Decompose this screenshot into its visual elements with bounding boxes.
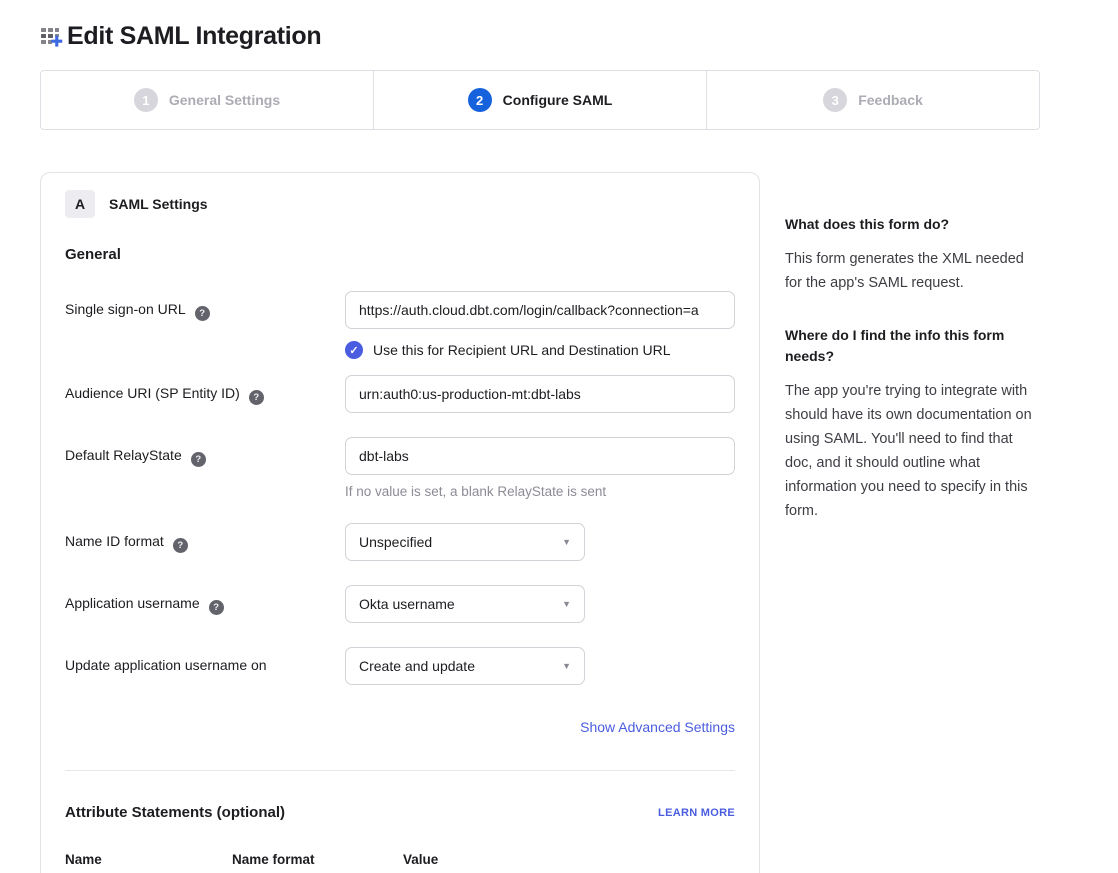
section-title: SAML Settings bbox=[109, 196, 208, 212]
form-row-update-app-username: Update application username on Create an… bbox=[65, 647, 735, 685]
form-row-single-sign-on: Single sign-on URL? ✓ Use this for Recip… bbox=[65, 291, 735, 359]
update-app-username-value: Create and update bbox=[359, 658, 475, 674]
help-heading-where: Where do I find the info this form needs… bbox=[785, 325, 1037, 367]
update-app-username-field-cell: Create and update ▼ bbox=[345, 647, 735, 685]
audience-uri-label: Audience URI (SP Entity ID) bbox=[65, 385, 240, 401]
column-header-name: Name bbox=[65, 852, 232, 867]
single-sign-on-url-input[interactable] bbox=[345, 291, 735, 329]
saml-settings-panel: A SAML Settings General Single sign-on U… bbox=[40, 172, 760, 873]
help-icon[interactable]: ? bbox=[249, 390, 264, 405]
step-3-label: Feedback bbox=[858, 92, 923, 108]
column-header-name-format: Name format bbox=[232, 852, 403, 867]
help-heading-what: What does this form do? bbox=[785, 214, 1037, 235]
wizard-steps-bar: 1 General Settings 2 Configure SAML 3 Fe… bbox=[40, 70, 1040, 130]
column-header-value: Value bbox=[403, 852, 438, 867]
help-sidebar: What does this form do? This form genera… bbox=[785, 214, 1037, 553]
help-section: Where do I find the info this form needs… bbox=[785, 325, 1037, 523]
application-username-value: Okta username bbox=[359, 596, 455, 612]
help-icon[interactable]: ? bbox=[209, 600, 224, 615]
chevron-down-icon: ▼ bbox=[562, 600, 571, 609]
form-row-audience-uri: Audience URI (SP Entity ID)? bbox=[65, 375, 735, 413]
learn-more-link[interactable]: LEARN MORE bbox=[658, 807, 735, 819]
audience-uri-label-cell: Audience URI (SP Entity ID)? bbox=[65, 375, 345, 413]
section-divider bbox=[65, 770, 735, 771]
update-app-username-label: Update application username on bbox=[65, 657, 267, 673]
advanced-settings-row: Show Advanced Settings bbox=[65, 719, 735, 737]
recipient-url-checkbox-row: ✓ Use this for Recipient URL and Destina… bbox=[345, 341, 735, 359]
audience-uri-field-cell bbox=[345, 375, 735, 413]
help-body-what: This form generates the XML needed for t… bbox=[785, 247, 1037, 295]
show-advanced-settings-link[interactable]: Show Advanced Settings bbox=[580, 719, 735, 735]
application-username-select[interactable]: Okta username ▼ bbox=[345, 585, 585, 623]
help-section: What does this form do? This form genera… bbox=[785, 214, 1037, 295]
page-title: Edit SAML Integration bbox=[67, 22, 321, 51]
step-1-label: General Settings bbox=[169, 92, 280, 108]
application-username-label-cell: Application username? bbox=[65, 585, 345, 623]
general-heading: General bbox=[65, 246, 735, 263]
step-3-circle: 3 bbox=[823, 88, 847, 112]
step-2-circle: 2 bbox=[468, 88, 492, 112]
help-icon[interactable]: ? bbox=[195, 306, 210, 321]
recipient-url-checkbox-label: Use this for Recipient URL and Destinati… bbox=[373, 342, 671, 358]
attribute-statements-header: Attribute Statements (optional) LEARN MO… bbox=[65, 804, 735, 821]
name-id-format-label: Name ID format bbox=[65, 533, 164, 549]
section-badge-a: A bbox=[65, 190, 95, 218]
name-id-format-select[interactable]: Unspecified ▼ bbox=[345, 523, 585, 561]
application-username-label: Application username bbox=[65, 595, 200, 611]
attribute-statements-columns: Name Name format Value bbox=[65, 852, 735, 867]
section-head: A SAML Settings bbox=[65, 190, 735, 218]
default-relaystate-label-cell: Default RelayState? bbox=[65, 437, 345, 499]
name-id-format-label-cell: Name ID format? bbox=[65, 523, 345, 561]
page-header: Edit SAML Integration bbox=[40, 22, 321, 51]
tab-configure-saml[interactable]: 2 Configure SAML bbox=[374, 71, 707, 129]
single-sign-on-label-cell: Single sign-on URL? bbox=[65, 291, 345, 359]
audience-uri-input[interactable] bbox=[345, 375, 735, 413]
step-1-circle: 1 bbox=[134, 88, 158, 112]
update-app-username-label-cell: Update application username on bbox=[65, 647, 345, 685]
default-relaystate-label: Default RelayState bbox=[65, 447, 182, 463]
application-username-field-cell: Okta username ▼ bbox=[345, 585, 735, 623]
help-icon[interactable]: ? bbox=[173, 538, 188, 553]
chevron-down-icon: ▼ bbox=[562, 538, 571, 547]
relaystate-hint: If no value is set, a blank RelayState i… bbox=[345, 484, 735, 499]
attribute-statements-heading: Attribute Statements (optional) bbox=[65, 804, 285, 821]
help-body-where: The app you're trying to integrate with … bbox=[785, 379, 1037, 523]
recipient-url-checkbox[interactable]: ✓ bbox=[345, 341, 363, 359]
default-relaystate-field-cell: If no value is set, a blank RelayState i… bbox=[345, 437, 735, 499]
form-row-application-username: Application username? Okta username ▼ bbox=[65, 585, 735, 623]
form-row-name-id-format: Name ID format? Unspecified ▼ bbox=[65, 523, 735, 561]
form-row-default-relaystate: Default RelayState? If no value is set, … bbox=[65, 437, 735, 499]
default-relaystate-input[interactable] bbox=[345, 437, 735, 475]
tab-general-settings[interactable]: 1 General Settings bbox=[41, 71, 374, 129]
name-id-format-field-cell: Unspecified ▼ bbox=[345, 523, 735, 561]
single-sign-on-label: Single sign-on URL bbox=[65, 301, 186, 317]
name-id-format-value: Unspecified bbox=[359, 534, 432, 550]
update-app-username-select[interactable]: Create and update ▼ bbox=[345, 647, 585, 685]
chevron-down-icon: ▼ bbox=[562, 662, 571, 671]
step-2-label: Configure SAML bbox=[503, 92, 613, 108]
single-sign-on-field-cell: ✓ Use this for Recipient URL and Destina… bbox=[345, 291, 735, 359]
tab-feedback[interactable]: 3 Feedback bbox=[707, 71, 1039, 129]
app-grid-plus-icon bbox=[40, 24, 64, 50]
help-icon[interactable]: ? bbox=[191, 452, 206, 467]
